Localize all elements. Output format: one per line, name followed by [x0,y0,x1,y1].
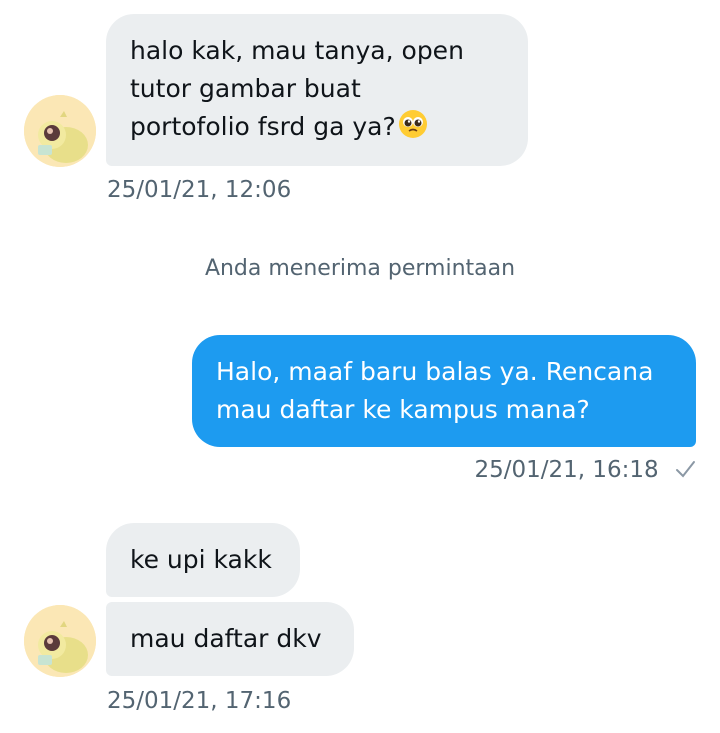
message-line: ke upi kakk [130,545,272,574]
message-bubble-incoming[interactable]: mau daftar dkv [106,602,354,676]
pleading-face-emoji [398,109,428,150]
check-icon [674,459,696,485]
avatar[interactable] [24,95,96,167]
message-line: tutor gambar buat [130,74,361,103]
message-bubble-incoming[interactable]: halo kak, mau tanya, open tutor gambar b… [106,14,528,166]
message-line: mau daftar dkv [130,624,322,653]
message-line: Halo, maaf baru balas ya. Rencana [216,357,654,386]
message-line: portofolio fsrd ga ya? [130,108,504,150]
avatar-image [24,95,96,167]
message-timestamp: 25/01/21, 16:18 [474,457,696,485]
avatar[interactable] [24,605,96,677]
message-timestamp: 25/01/21, 12:06 [107,177,292,203]
message-line: halo kak, mau tanya, open [130,36,464,65]
message-timestamp: 25/01/21, 17:16 [107,688,292,714]
message-line: mau daftar ke kampus mana? [216,395,590,424]
message-bubble-incoming[interactable]: ke upi kakk [106,523,300,597]
timestamp-text: 25/01/21, 16:18 [474,457,659,483]
avatar-image [24,605,96,677]
system-notice: Anda menerima permintaan [204,256,516,281]
message-bubble-outgoing[interactable]: Halo, maaf baru balas ya. Rencana mau da… [192,335,696,447]
